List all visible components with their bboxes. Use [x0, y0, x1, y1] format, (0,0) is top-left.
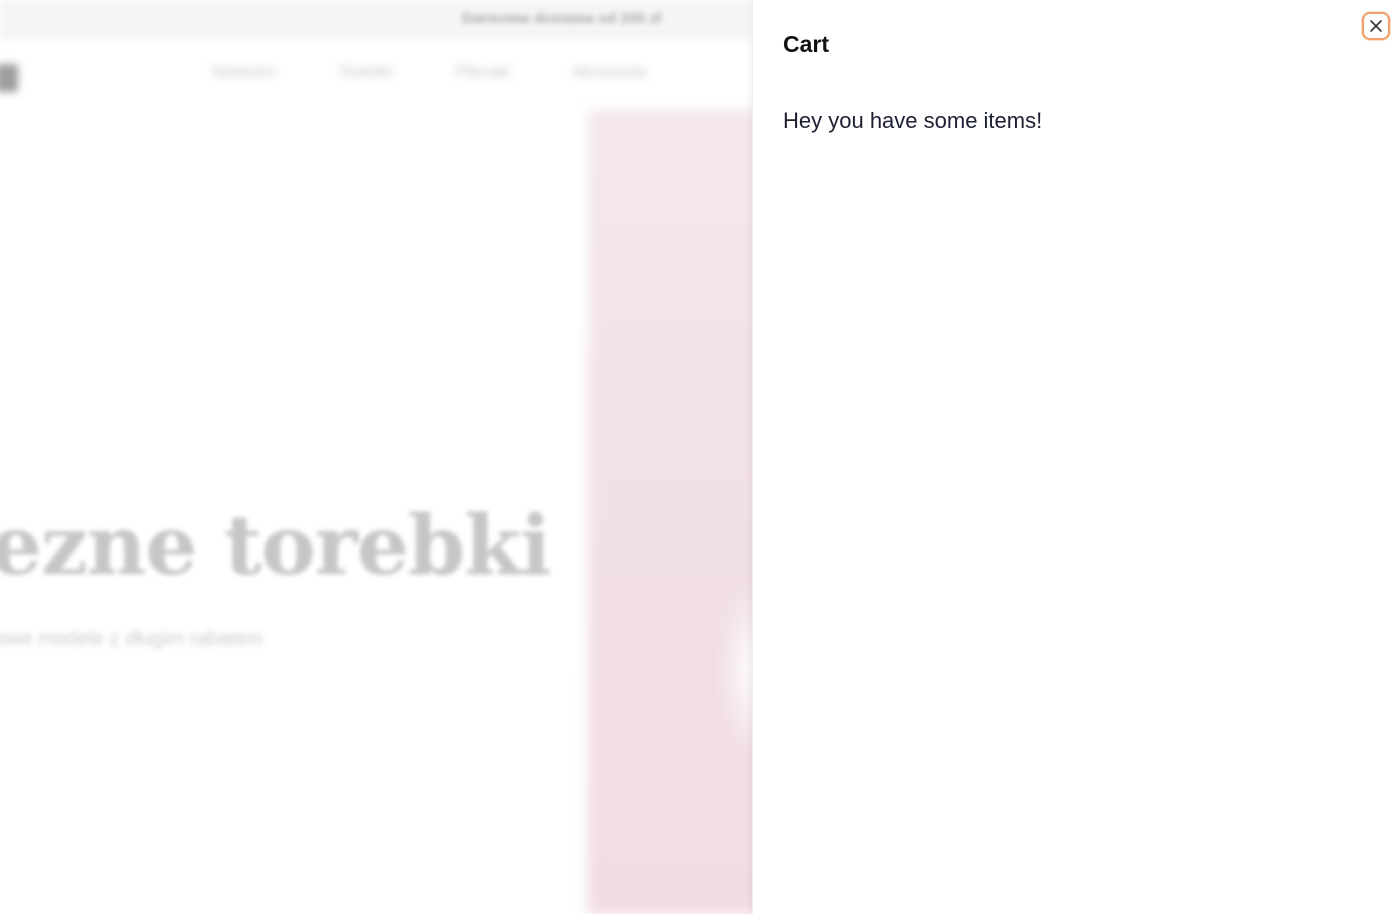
cart-drawer: Cart Hey you have some items!: [752, 0, 1400, 914]
close-icon: [1369, 19, 1383, 33]
close-cart-button[interactable]: [1362, 12, 1390, 40]
cart-title: Cart: [783, 31, 830, 57]
page: Darmowa dostawa od 200 zł Nowości Torebk…: [0, 0, 1400, 914]
storefront-backdrop: Darmowa dostawa od 200 zł Nowości Torebk…: [0, 0, 752, 914]
backdrop-overlay[interactable]: [0, 0, 752, 914]
cart-message: Hey you have some items!: [783, 108, 1043, 133]
